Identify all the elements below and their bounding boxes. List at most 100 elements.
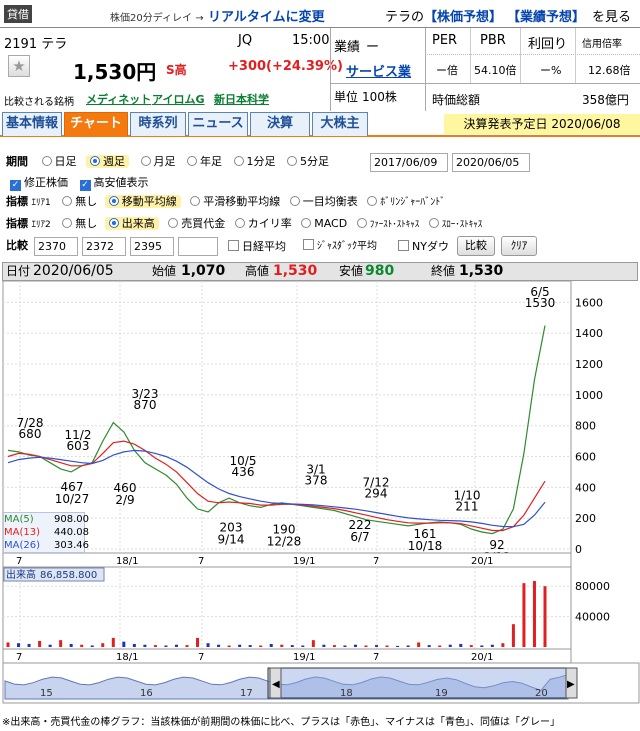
- period-monthly[interactable]: 月足: [140, 155, 176, 168]
- date-to-input[interactable]: 2020/06/05: [452, 153, 530, 172]
- price-tick-label: 800: [575, 420, 596, 433]
- volume-bar: [122, 641, 126, 647]
- tab-timeseries[interactable]: 時系列: [130, 112, 186, 136]
- period-weekly[interactable]: 週足: [86, 155, 129, 168]
- volume-bar: [311, 640, 315, 647]
- sector-link[interactable]: サービス業: [346, 61, 411, 80]
- favorite-star-icon[interactable]: ★: [8, 55, 30, 77]
- volume-bar: [353, 644, 357, 647]
- volume-bar: [375, 645, 379, 647]
- area1-none[interactable]: 無し: [62, 195, 97, 208]
- volume-bar: [543, 586, 547, 647]
- compare-stock-2[interactable]: アイロムG: [152, 91, 204, 107]
- compare-stock-1[interactable]: メディネット: [86, 91, 151, 107]
- radio-icon: [428, 218, 439, 228]
- tab-basic-info[interactable]: 基本情報: [2, 112, 62, 136]
- volume-bar: [143, 644, 147, 647]
- radio-selected-icon: [90, 156, 100, 166]
- annotation-value: 870: [134, 398, 157, 412]
- area2-turnover[interactable]: 売買代金: [168, 217, 225, 230]
- volume-tick-label: 80000: [575, 580, 610, 593]
- clear-button[interactable]: ｸﾘｱ: [501, 236, 537, 256]
- radio-icon: [234, 218, 245, 228]
- performance-value: ー: [366, 40, 380, 55]
- tab-news[interactable]: ニュース: [188, 112, 248, 136]
- radio-icon: [140, 156, 151, 166]
- close-value: 1,530: [459, 263, 504, 279]
- compare-code-4[interactable]: [178, 237, 218, 256]
- area1-moving-average[interactable]: 移動平均線: [104, 195, 181, 208]
- volume-tick-label: 40000: [575, 611, 610, 624]
- stock-chart[interactable]: 02004006008001000120014001600 7/28680 11/…: [0, 281, 640, 713]
- ma-legend: MA(5) 908.00 MA(13) 440.08 MA(26) 303.46: [3, 512, 89, 553]
- volume-bar: [27, 643, 31, 647]
- area2-none[interactable]: 無し: [62, 217, 97, 230]
- volume-bar: [511, 624, 515, 647]
- area2-label: ｴﾘｱ2: [31, 220, 51, 230]
- x-tick-label: 18/1: [116, 652, 138, 663]
- highlow-checkbox[interactable]: ✓ 高安値表示: [79, 176, 149, 191]
- ma5-legend: MA(5) 908.00: [4, 514, 89, 525]
- stock-code-name: 2191 テラ: [4, 37, 68, 52]
- area2-volume[interactable]: 出来高: [104, 217, 159, 230]
- area2-macd[interactable]: MACD: [301, 217, 347, 230]
- tab-earnings[interactable]: 決算: [250, 112, 310, 136]
- header-right-prefix: テラの: [385, 10, 425, 25]
- volume-bar: [80, 644, 84, 647]
- high-label: 高値: [245, 264, 270, 278]
- indicator-label: 指標: [6, 217, 28, 230]
- x-tick-label: 7: [16, 652, 22, 663]
- unit-value: 100株: [362, 90, 397, 104]
- area2-deviation[interactable]: カイリ率: [234, 217, 292, 230]
- compare-stocks-label: 比較される銘柄: [4, 97, 74, 108]
- area2-slow-stoch[interactable]: ｽﾛｰ･ｽﾄｷｬｽ: [428, 218, 482, 230]
- area1-bollinger[interactable]: ﾎﾞﾘﾝｼﾞｬｰﾊﾞﾝﾄﾞ: [367, 196, 445, 208]
- stock-forecast-link[interactable]: 【株価予想】: [424, 6, 502, 25]
- compare-button[interactable]: 比較: [457, 236, 495, 256]
- compare-code-2[interactable]: 2372: [82, 237, 126, 256]
- volume-bar: [427, 645, 431, 647]
- realtime-link[interactable]: リアルタイムに変更: [208, 6, 325, 25]
- period-label: 期間: [6, 155, 28, 168]
- nikkei-checkbox[interactable]: 日経平均: [228, 238, 286, 256]
- chevron-left-icon: ◀: [272, 679, 280, 690]
- close-label: 終値: [431, 264, 456, 278]
- period-daily[interactable]: 日足: [41, 155, 77, 168]
- ohlc-date: 2020/06/05: [33, 263, 114, 279]
- volume-bar: [164, 645, 168, 647]
- volume-bar: [17, 643, 21, 647]
- stop-high-badge: S高: [166, 63, 187, 77]
- pbr-label: PBR: [480, 33, 506, 48]
- volume-bar: [59, 640, 63, 647]
- footnote: ※出来高・売買代金の棒グラフ：当該株価が前期間の株価に比べ、プラスは「赤色」、マ…: [2, 717, 560, 728]
- ma26-legend: MA(26) 303.46: [4, 540, 89, 551]
- compare-code-1[interactable]: 2370: [34, 237, 78, 256]
- earnings-forecast-link[interactable]: 【業績予想】: [507, 6, 585, 25]
- period-5min[interactable]: 5分足: [287, 155, 329, 168]
- area1-ichimoku[interactable]: 一目均衡表: [289, 195, 358, 208]
- area2-fast-stoch[interactable]: ﾌｧｰｽﾄ･ｽﾄｷｬｽ: [356, 218, 419, 230]
- nydow-checkbox[interactable]: NYダウ: [398, 238, 449, 256]
- x-tick-label: 20/1: [471, 652, 493, 663]
- period-1min[interactable]: 1分足: [233, 155, 276, 168]
- volume-bar: [322, 644, 326, 647]
- tab-shareholders[interactable]: 大株主: [312, 112, 368, 136]
- period-yearly[interactable]: 年足: [187, 155, 222, 168]
- price-axis-ticks: 0 200 400 600 800 1000 1200 1400 1600: [575, 296, 603, 556]
- price-tick-label: 200: [575, 512, 596, 525]
- jasdaq-checkbox[interactable]: ｼﾞｬｽﾀﾞｯｸ平均: [303, 238, 377, 256]
- navigator-tick-label: 16: [140, 688, 153, 699]
- checkbox-icon: [303, 239, 314, 250]
- adjusted-price-checkbox[interactable]: ✓ 修正株価: [10, 176, 68, 191]
- volume-bar: [469, 645, 473, 647]
- price-change: +300: [228, 59, 267, 74]
- radio-icon: [187, 156, 197, 166]
- compare-code-3[interactable]: 2395: [130, 237, 174, 256]
- navigator-selection[interactable]: [267, 667, 575, 699]
- volume-bar: [248, 645, 252, 647]
- date-from-input[interactable]: 2017/06/09: [370, 153, 448, 172]
- tab-chart[interactable]: チャート: [64, 112, 128, 136]
- annotation-value: 378: [305, 474, 328, 488]
- area1-smoothed-ma[interactable]: 平滑移動平均線: [190, 195, 280, 208]
- compare-stock-3[interactable]: 新日本科学: [214, 91, 269, 107]
